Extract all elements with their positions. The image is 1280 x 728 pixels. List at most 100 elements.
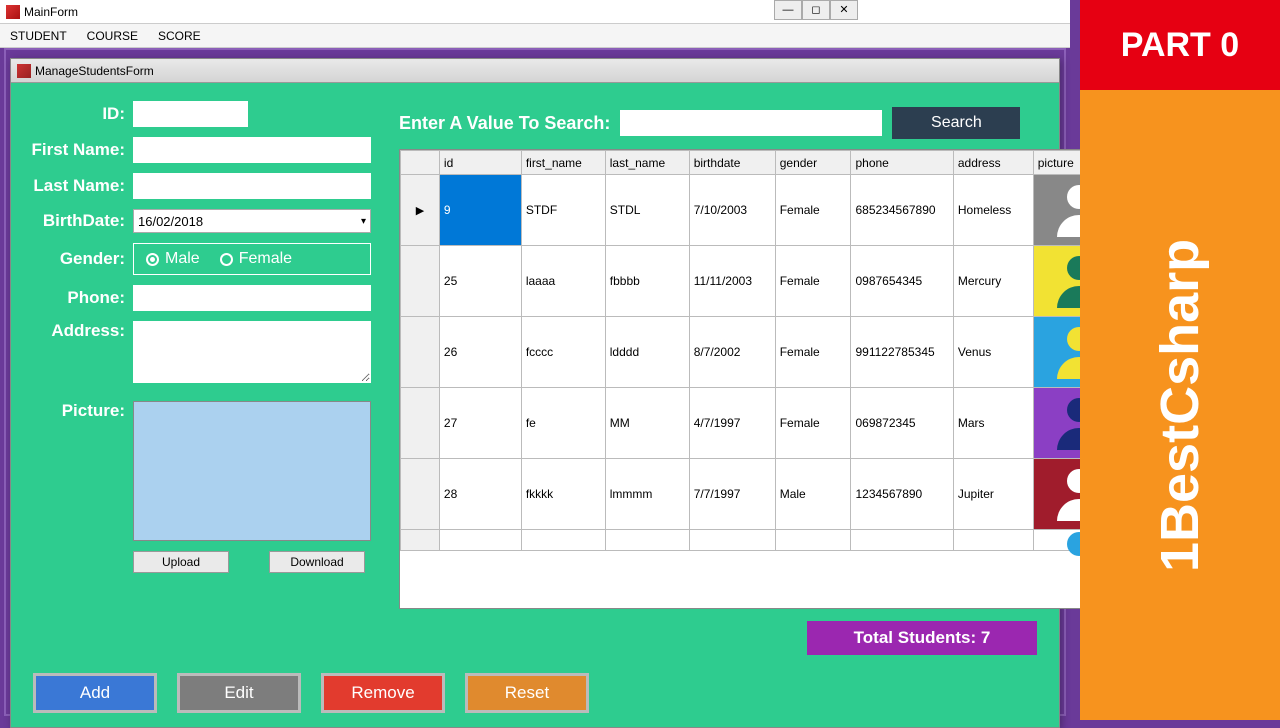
- col-header[interactable]: birthdate: [689, 151, 775, 175]
- total-students-bar: Total Students: 7: [807, 621, 1037, 655]
- edit-button[interactable]: Edit: [177, 673, 301, 713]
- cell-gender[interactable]: Female: [775, 388, 851, 459]
- cell-phone[interactable]: 685234567890: [851, 175, 953, 246]
- cell-last_name[interactable]: fbbbb: [605, 246, 689, 317]
- data-grid[interactable]: idfirst_namelast_namebirthdategenderphon…: [399, 149, 1128, 609]
- cell-gender[interactable]: Female: [775, 317, 851, 388]
- label-phone: Phone:: [21, 288, 133, 308]
- cell-first_name[interactable]: STDF: [521, 175, 605, 246]
- menu-course[interactable]: COURSE: [87, 29, 138, 43]
- cell-last_name[interactable]: ldddd: [605, 317, 689, 388]
- birthdate-picker[interactable]: 16/02/2018 ▾: [133, 209, 371, 233]
- row-indicator: [401, 388, 440, 459]
- cell-phone[interactable]: 0987654345: [851, 246, 953, 317]
- search-label: Enter A Value To Search:: [399, 113, 610, 134]
- cell-last_name[interactable]: lmmmm: [605, 459, 689, 530]
- col-header[interactable]: last_name: [605, 151, 689, 175]
- cell-gender[interactable]: Male: [775, 459, 851, 530]
- table-row[interactable]: 25laaaafbbbb11/11/2003Female0987654345Me…: [401, 246, 1127, 317]
- main-titlebar[interactable]: MainForm: [0, 0, 1070, 24]
- remove-button[interactable]: Remove: [321, 673, 445, 713]
- cell-id[interactable]: 9: [439, 175, 521, 246]
- action-buttons: Add Edit Remove Reset: [33, 673, 589, 713]
- cell-address[interactable]: Mercury: [953, 246, 1033, 317]
- gender-group: Male Female: [133, 243, 371, 275]
- child-titlebar[interactable]: ManageStudentsForm: [11, 59, 1059, 83]
- main-window: MainForm — ◻ ✕ STUDENT COURSE SCORE Mana…: [0, 0, 1070, 720]
- child-window: ManageStudentsForm ID: First Name: Last …: [10, 58, 1060, 728]
- row-indicator: ▶: [401, 175, 440, 246]
- cell-address[interactable]: Mars: [953, 388, 1033, 459]
- window-buttons: — ◻ ✕: [774, 0, 858, 20]
- menu-student[interactable]: STUDENT: [10, 29, 67, 43]
- cell-last_name[interactable]: MM: [605, 388, 689, 459]
- col-header[interactable]: address: [953, 151, 1033, 175]
- cell-first_name[interactable]: fkkkk: [521, 459, 605, 530]
- row-indicator: [401, 459, 440, 530]
- maximize-button[interactable]: ◻: [802, 0, 830, 20]
- table-row[interactable]: 27feMM4/7/1997Female069872345Mars: [401, 388, 1127, 459]
- table-row[interactable]: ▶9STDFSTDL7/10/2003Female685234567890Hom…: [401, 175, 1127, 246]
- table-row[interactable]: 26fccccldddd8/7/2002Female991122785345Ve…: [401, 317, 1127, 388]
- cell-birthdate[interactable]: 8/7/2002: [689, 317, 775, 388]
- birthdate-value: 16/02/2018: [138, 214, 203, 229]
- label-birthdate: BirthDate:: [21, 211, 133, 231]
- total-value: 7: [981, 628, 990, 648]
- search-input[interactable]: [620, 110, 882, 136]
- child-body: ID: First Name: Last Name: BirthDate:: [11, 83, 1059, 727]
- cell-birthdate[interactable]: 4/7/1997: [689, 388, 775, 459]
- overlay-part-badge: PART 0: [1080, 0, 1280, 90]
- cell-last_name[interactable]: STDL: [605, 175, 689, 246]
- label-gender: Gender:: [21, 249, 133, 269]
- menu-score[interactable]: SCORE: [158, 29, 201, 43]
- cell-phone[interactable]: 1234567890: [851, 459, 953, 530]
- col-header[interactable]: first_name: [521, 151, 605, 175]
- total-label: Total Students:: [854, 628, 976, 648]
- search-area: Enter A Value To Search: Search: [399, 107, 1020, 139]
- radio-male[interactable]: Male: [146, 250, 200, 268]
- lastname-field[interactable]: [133, 173, 371, 199]
- cell-address[interactable]: Homeless: [953, 175, 1033, 246]
- form-icon: [17, 64, 31, 78]
- add-button[interactable]: Add: [33, 673, 157, 713]
- cell-phone[interactable]: 069872345: [851, 388, 953, 459]
- cell-id[interactable]: 25: [439, 246, 521, 317]
- cell-gender[interactable]: Female: [775, 246, 851, 317]
- cell-id[interactable]: 27: [439, 388, 521, 459]
- cell-first_name[interactable]: fe: [521, 388, 605, 459]
- search-button[interactable]: Search: [892, 107, 1020, 139]
- firstname-field[interactable]: [133, 137, 371, 163]
- chevron-down-icon: ▾: [361, 216, 366, 227]
- phone-field[interactable]: [133, 285, 371, 311]
- app-icon: [6, 5, 20, 19]
- col-header[interactable]: phone: [851, 151, 953, 175]
- cell-address[interactable]: Jupiter: [953, 459, 1033, 530]
- cell-id[interactable]: 26: [439, 317, 521, 388]
- cell-first_name[interactable]: fcccc: [521, 317, 605, 388]
- main-title: MainForm: [24, 5, 78, 19]
- col-header[interactable]: id: [439, 151, 521, 175]
- download-button[interactable]: Download: [269, 551, 365, 573]
- cell-birthdate[interactable]: 11/11/2003: [689, 246, 775, 317]
- radio-female[interactable]: Female: [220, 250, 292, 268]
- id-field[interactable]: [133, 101, 248, 127]
- close-button[interactable]: ✕: [830, 0, 858, 20]
- upload-button[interactable]: Upload: [133, 551, 229, 573]
- col-header[interactable]: gender: [775, 151, 851, 175]
- picture-box[interactable]: [133, 401, 371, 541]
- overlay-brand: 1BestCsharp: [1080, 90, 1280, 720]
- address-field[interactable]: [133, 321, 371, 383]
- menubar: STUDENT COURSE SCORE: [0, 24, 1070, 48]
- cell-phone[interactable]: 991122785345: [851, 317, 953, 388]
- reset-button[interactable]: Reset: [465, 673, 589, 713]
- cell-id[interactable]: 28: [439, 459, 521, 530]
- cell-birthdate[interactable]: 7/10/2003: [689, 175, 775, 246]
- minimize-button[interactable]: —: [774, 0, 802, 20]
- cell-gender[interactable]: Female: [775, 175, 851, 246]
- row-indicator: [401, 317, 440, 388]
- cell-first_name[interactable]: laaaa: [521, 246, 605, 317]
- label-id: ID:: [21, 104, 133, 124]
- cell-birthdate[interactable]: 7/7/1997: [689, 459, 775, 530]
- table-row[interactable]: 28fkkkklmmmm7/7/1997Male1234567890Jupite…: [401, 459, 1127, 530]
- cell-address[interactable]: Venus: [953, 317, 1033, 388]
